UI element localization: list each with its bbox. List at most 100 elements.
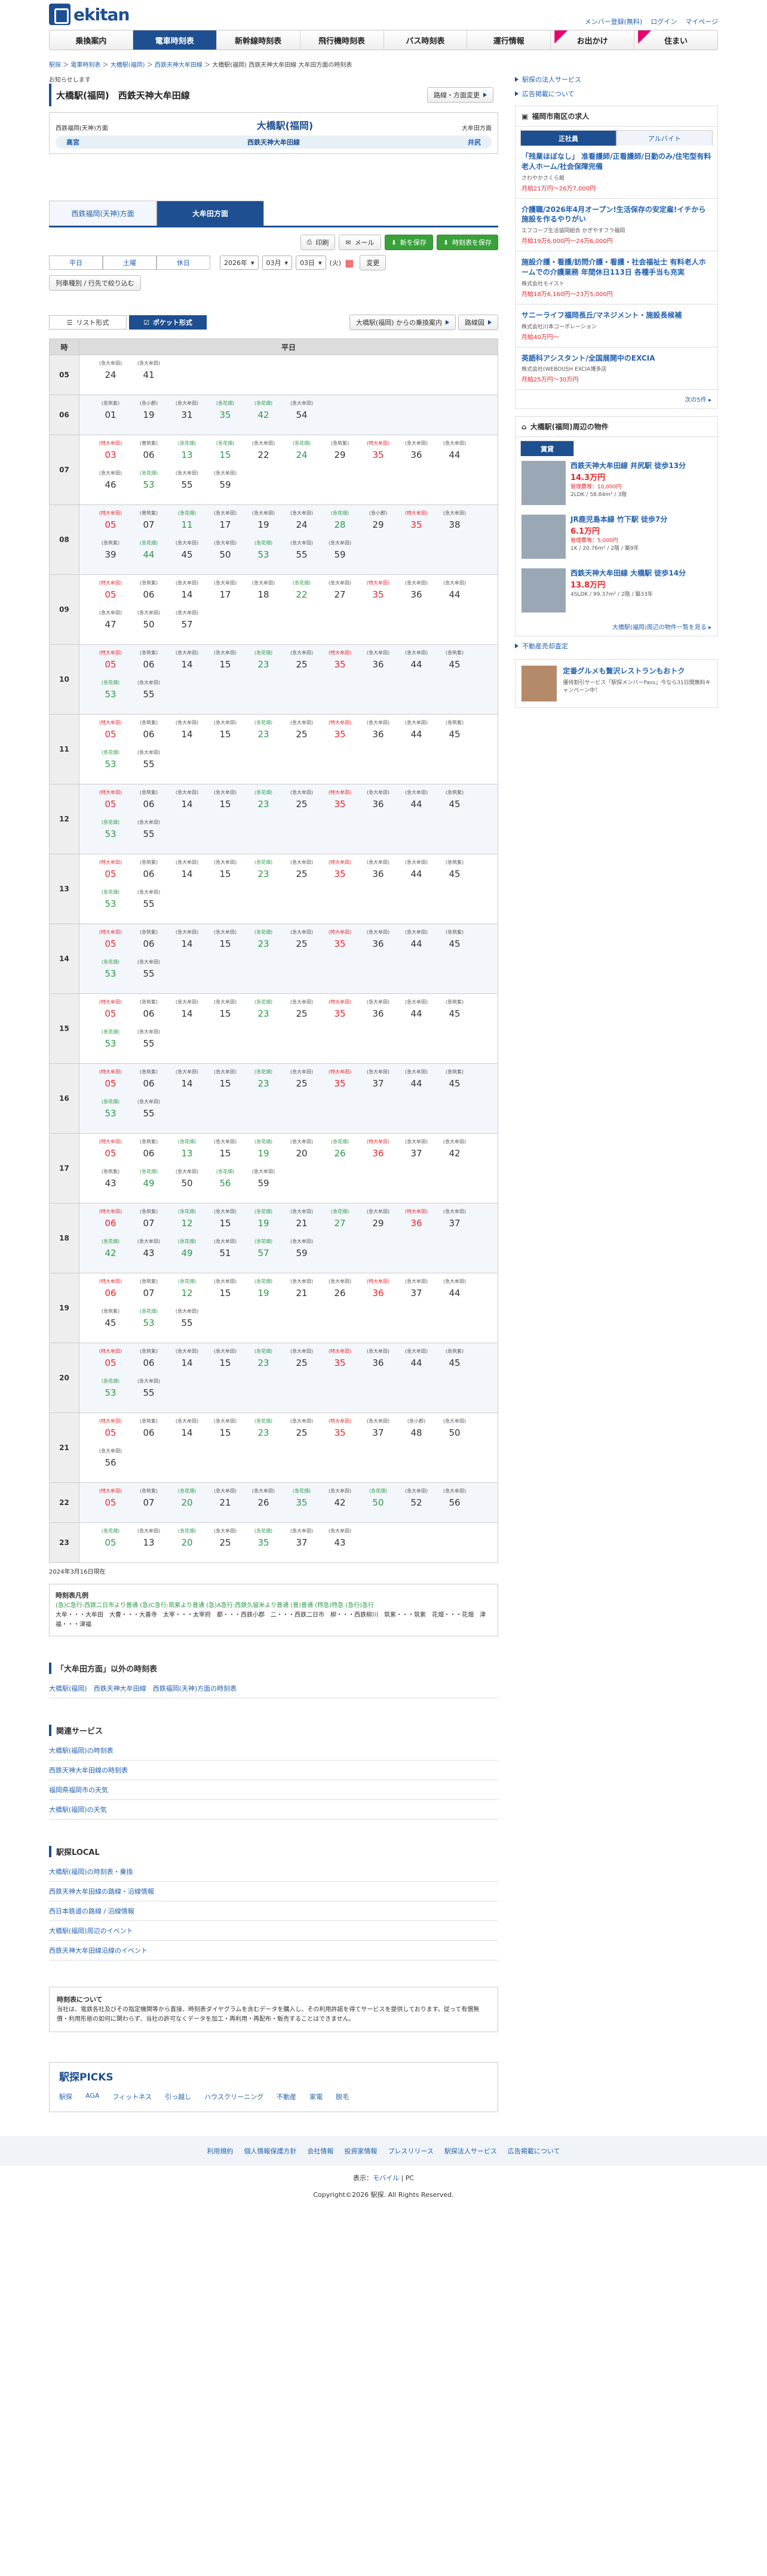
- train-entry[interactable]: (急筑紫) 06: [130, 1069, 168, 1098]
- footer-link[interactable]: プレスリリース: [388, 2146, 433, 2156]
- train-entry[interactable]: (急大牟田) 50: [130, 610, 168, 639]
- train-entry[interactable]: (急大牟田) 59: [206, 470, 244, 500]
- train-entry[interactable]: (急大牟田) 26: [321, 1278, 359, 1308]
- train-entry[interactable]: (急大牟田) 15: [206, 1069, 244, 1098]
- property-item[interactable]: 西鉄天神大牟田線 大橋駅 徒歩14分 13.8万円 4SLDK / 99.37m² …: [516, 564, 717, 617]
- nav-item-0[interactable]: 乗換案内: [50, 30, 133, 50]
- train-entry[interactable]: (特大牟田) 35: [321, 650, 359, 679]
- footer-link[interactable]: 会社情報: [307, 2146, 333, 2156]
- train-entry[interactable]: (急花畑) 44: [130, 540, 168, 570]
- train-entry[interactable]: (急大牟田) 25: [283, 1348, 321, 1378]
- logo[interactable]: ekitan: [49, 4, 130, 25]
- train-entry[interactable]: (急大牟田) 36: [397, 580, 435, 610]
- train-entry[interactable]: (急大牟田) 54: [283, 400, 321, 430]
- train-entry[interactable]: (急大牟田) 44: [435, 1278, 474, 1308]
- picks-link[interactable]: 脱毛: [336, 2092, 349, 2101]
- train-entry[interactable]: (急大牟田) 36: [359, 859, 397, 889]
- train-entry[interactable]: (急花畑) 12: [168, 1208, 206, 1238]
- pocket-view-button[interactable]: ☑ ポケット形式: [129, 315, 207, 330]
- train-entry[interactable]: (急大牟田) 25: [283, 789, 321, 819]
- train-entry[interactable]: (急花畑) 53: [91, 1098, 130, 1128]
- train-entry[interactable]: (急大牟田) 59: [244, 1168, 283, 1198]
- train-entry[interactable]: (急大牟田) 15: [206, 1418, 244, 1448]
- train-entry[interactable]: (特大牟田) 06: [91, 1208, 130, 1238]
- train-entry[interactable]: (急大牟田) 52: [397, 1488, 435, 1518]
- section-link[interactable]: 大橋駅(福岡)の天気: [49, 1800, 498, 1820]
- train-entry[interactable]: (急大牟田) 20: [283, 1138, 321, 1168]
- corporate-link[interactable]: 駅探の法人サービス: [515, 75, 718, 84]
- train-entry[interactable]: (急大牟田) 43: [130, 1238, 168, 1268]
- train-entry[interactable]: (特大牟田) 36: [359, 1138, 397, 1168]
- nav-item-4[interactable]: バス時刻表: [384, 30, 468, 50]
- train-entry[interactable]: (急大牟田) 59: [283, 1238, 321, 1268]
- train-entry[interactable]: (急大牟田) 36: [397, 440, 435, 470]
- train-entry[interactable]: (急大牟田) 14: [168, 1418, 206, 1448]
- train-entry[interactable]: (急大牟田) 14: [168, 789, 206, 819]
- tab-fulltime[interactable]: 正社員: [520, 130, 616, 146]
- train-entry[interactable]: (急筑紫) 45: [435, 1348, 474, 1378]
- train-entry[interactable]: (特大牟田) 35: [321, 999, 359, 1029]
- ad-box[interactable]: 定番グルメも贅沢レストランもおトク 優待割引サービス「駅探メンバーPass」今な…: [515, 659, 718, 709]
- train-entry[interactable]: (急大牟田) 51: [206, 1238, 244, 1268]
- prev-station-link[interactable]: 高宮: [66, 137, 79, 147]
- section-link[interactable]: 大橋駅(福岡)の時刻表・乗換: [49, 1862, 498, 1882]
- train-entry[interactable]: (急大牟田) 55: [130, 1378, 168, 1408]
- print-button[interactable]: ⎙ 印刷: [300, 235, 336, 250]
- holiday-button[interactable]: 休日: [157, 256, 210, 270]
- section-link[interactable]: 大橋駅(福岡)の時刻表: [49, 1741, 498, 1761]
- train-entry[interactable]: (急大牟田) 50: [206, 540, 244, 570]
- train-entry[interactable]: (急大牟田) 15: [206, 999, 244, 1029]
- train-entry[interactable]: (急大牟田) 26: [244, 1488, 283, 1518]
- train-entry[interactable]: (急花畑) 24: [283, 440, 321, 470]
- train-entry[interactable]: (特大牟田) 05: [91, 719, 130, 749]
- job-item[interactable]: 施設介護・看護/訪問介護・看護・社会福祉士 有料老人ホームでの介護業務 年間休日…: [516, 251, 717, 304]
- train-entry[interactable]: (急大牟田) 56: [91, 1448, 130, 1478]
- filter-button[interactable]: 列車種別 / 行先で絞り込む: [49, 275, 141, 291]
- sell-link[interactable]: 不動産売却査定: [515, 641, 718, 651]
- train-entry[interactable]: (急筑紫) 06: [130, 929, 168, 959]
- job-item[interactable]: 「残業ほぼなし」 准看護師/正看護師/日勤のみ/住宅型有料老人ホーム/社会保障完…: [516, 146, 717, 199]
- train-entry[interactable]: (急花畑) 53: [91, 819, 130, 849]
- train-entry[interactable]: (急筑紫) 45: [435, 859, 474, 889]
- train-entry[interactable]: (急花畑) 12: [168, 1278, 206, 1308]
- train-entry[interactable]: (急花畑) 23: [244, 1348, 283, 1378]
- train-entry[interactable]: (急花畑) 19: [244, 1278, 283, 1308]
- train-entry[interactable]: (急花畑) 50: [359, 1488, 397, 1518]
- train-entry[interactable]: (急花畑) 23: [244, 719, 283, 749]
- train-entry[interactable]: (急大牟田) 50: [435, 1418, 474, 1448]
- train-entry[interactable]: (急大牟田) 24: [91, 360, 130, 390]
- train-entry[interactable]: (特大牟田) 05: [91, 859, 130, 889]
- train-entry[interactable]: (急花畑) 56: [206, 1168, 244, 1198]
- train-entry[interactable]: (急大牟田) 25: [283, 1418, 321, 1448]
- route-map-button[interactable]: 路線図: [458, 315, 498, 330]
- train-entry[interactable]: (急大牟田) 25: [283, 1069, 321, 1098]
- train-entry[interactable]: (急大牟田) 59: [321, 540, 359, 570]
- nav-item-6[interactable]: お出かけ: [551, 30, 635, 50]
- tab-parttime[interactable]: アルバイト: [616, 130, 713, 146]
- train-entry[interactable]: (急花畑) 53: [130, 470, 168, 500]
- train-entry[interactable]: (特大牟田) 05: [91, 580, 130, 610]
- train-entry[interactable]: (特大牟田) 35: [321, 929, 359, 959]
- train-entry[interactable]: (急花畑) 53: [91, 1029, 130, 1058]
- train-entry[interactable]: (急大牟田) 21: [283, 1208, 321, 1238]
- train-entry[interactable]: (急花畑) 23: [244, 650, 283, 679]
- train-entry[interactable]: (急大牟田) 44: [397, 929, 435, 959]
- weekday-button[interactable]: 平日: [49, 256, 103, 270]
- tab-tenjin[interactable]: 西鉄福岡(天神)方面: [49, 201, 157, 226]
- train-entry[interactable]: (急大牟田) 15: [206, 1138, 244, 1168]
- train-entry[interactable]: (急筑紫) 06: [130, 789, 168, 819]
- train-entry[interactable]: (急筑紫) 45: [435, 719, 474, 749]
- train-entry[interactable]: (急大牟田) 55: [168, 1308, 206, 1338]
- train-entry[interactable]: (急大牟田) 55: [283, 540, 321, 570]
- train-entry[interactable]: (急筑紫) 45: [91, 1308, 130, 1338]
- train-entry[interactable]: (特大牟田) 05: [91, 1488, 130, 1518]
- train-entry[interactable]: (普筑紫) 07: [130, 510, 168, 540]
- train-entry[interactable]: (特大牟田) 36: [359, 1278, 397, 1308]
- breadcrumb-item[interactable]: 西鉄天神大牟田線: [155, 62, 203, 69]
- train-entry[interactable]: (急大牟田) 36: [359, 999, 397, 1029]
- train-entry[interactable]: (急大牟田) 44: [397, 1069, 435, 1098]
- nav-item-7[interactable]: 住まい: [634, 30, 717, 50]
- breadcrumb-item[interactable]: 電車時刻表: [70, 62, 100, 69]
- train-entry[interactable]: (特大牟田) 35: [321, 859, 359, 889]
- train-entry[interactable]: (急花畑) 26: [321, 1138, 359, 1168]
